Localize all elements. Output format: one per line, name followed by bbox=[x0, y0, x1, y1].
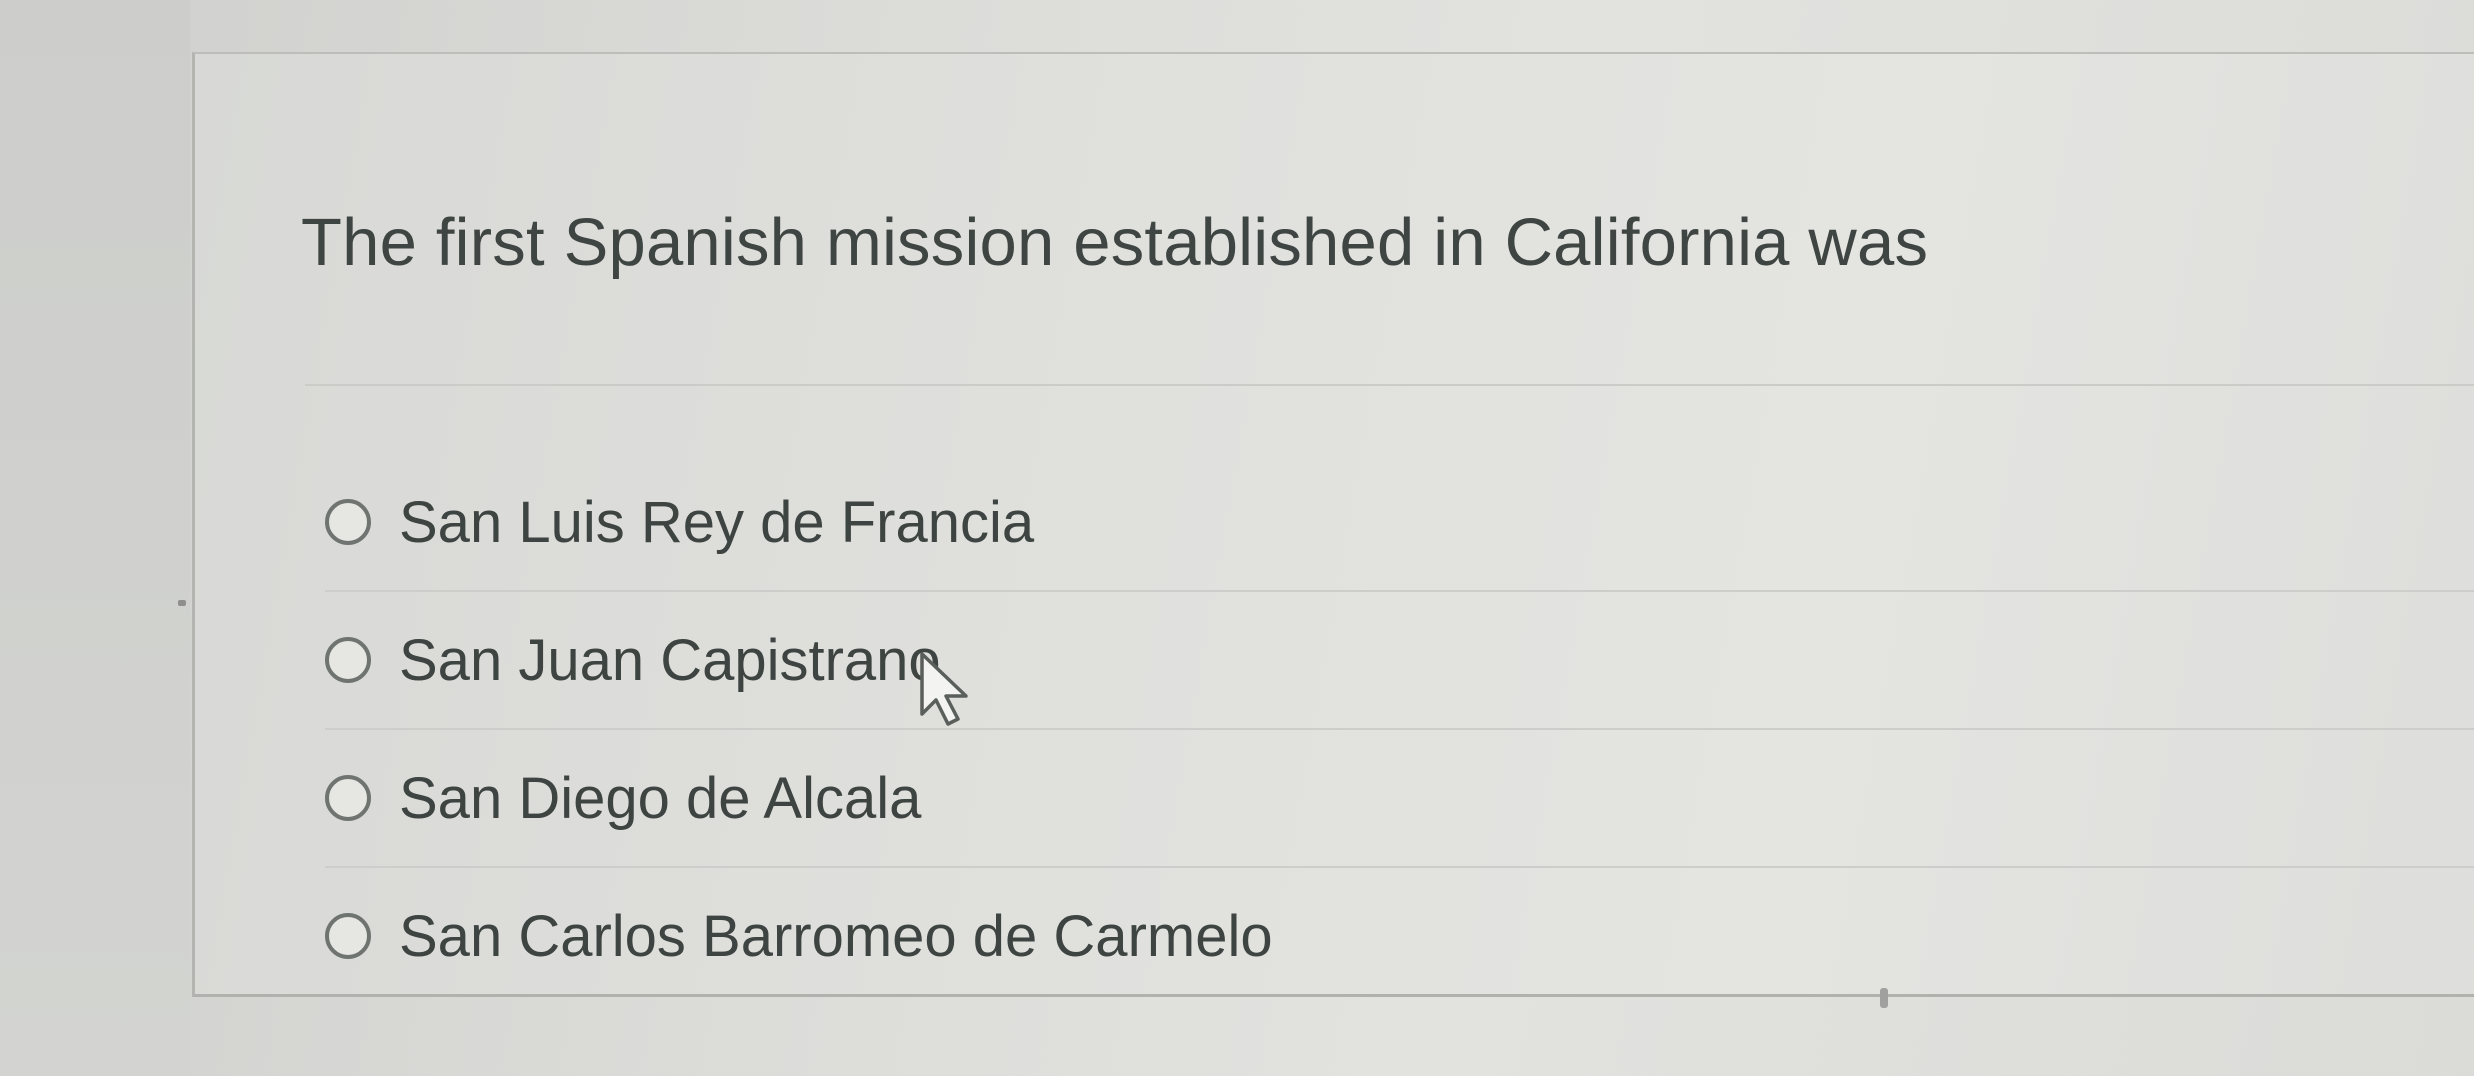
answer-option[interactable]: San Diego de Alcala bbox=[325, 730, 2474, 868]
question-separator bbox=[305, 384, 2474, 386]
radio-button-icon[interactable] bbox=[325, 499, 371, 545]
answer-label[interactable]: San Juan Capistrano bbox=[399, 627, 941, 694]
answer-label[interactable]: San Carlos Barromeo de Carmelo bbox=[399, 903, 1273, 970]
answer-list: San Luis Rey de Francia San Juan Capistr… bbox=[325, 454, 2474, 1004]
answer-option[interactable]: San Luis Rey de Francia bbox=[325, 454, 2474, 592]
gutter-marker bbox=[178, 600, 186, 606]
bottom-marker bbox=[1880, 988, 1888, 1008]
answer-option[interactable]: San Carlos Barromeo de Carmelo bbox=[325, 868, 2474, 1004]
answer-option[interactable]: San Juan Capistrano bbox=[325, 592, 2474, 730]
mouse-pointer-icon bbox=[920, 652, 968, 726]
radio-button-icon[interactable] bbox=[325, 913, 371, 959]
answer-label[interactable]: San Diego de Alcala bbox=[399, 765, 921, 832]
left-gutter bbox=[0, 0, 190, 1076]
radio-button-icon[interactable] bbox=[325, 637, 371, 683]
question-text: The first Spanish mission established in… bbox=[301, 205, 1929, 280]
question-card: The first Spanish mission established in… bbox=[192, 52, 2474, 997]
answer-label[interactable]: San Luis Rey de Francia bbox=[399, 489, 1034, 556]
radio-button-icon[interactable] bbox=[325, 775, 371, 821]
